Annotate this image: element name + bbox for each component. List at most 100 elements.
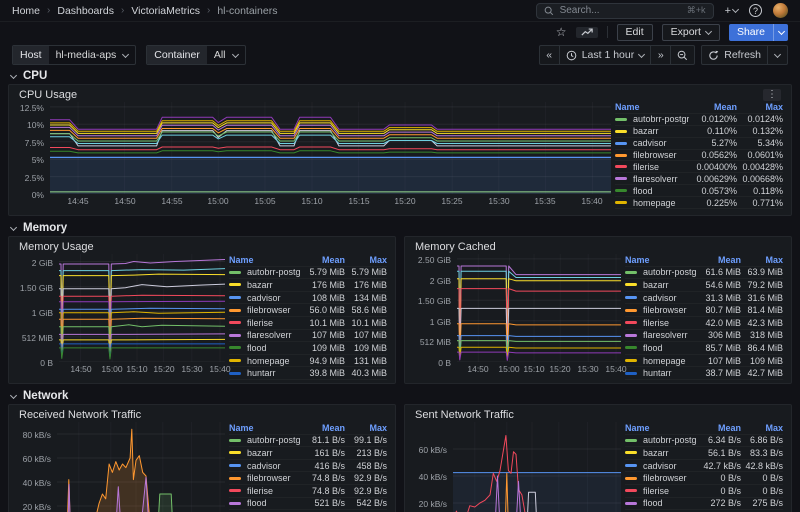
search-icon bbox=[544, 6, 554, 16]
legend-series[interactable]: flood bbox=[625, 498, 697, 511]
legend-series[interactable]: filerise bbox=[615, 161, 689, 173]
plot-area[interactable] bbox=[59, 254, 225, 362]
legend-series[interactable]: huntarr bbox=[229, 367, 301, 380]
y-tick-label: 0 B bbox=[40, 358, 53, 368]
breadcrumb-victoriametrics[interactable]: VictoriaMetrics bbox=[131, 5, 200, 17]
legend-series[interactable]: flaresolverr bbox=[615, 173, 689, 185]
legend-series[interactable]: cadvisor bbox=[615, 138, 689, 150]
y-tick-label: 40 kB/s bbox=[419, 472, 447, 482]
legend-mean: 56.0 MiB bbox=[301, 304, 345, 317]
x-axis-labels: 14:5015:0015:1015:2015:3015:40 bbox=[59, 362, 225, 374]
legend-series[interactable]: huntarr bbox=[625, 367, 697, 380]
time-range-picker[interactable]: Last 1 hour bbox=[559, 45, 652, 65]
legend-series[interactable]: cadvisor bbox=[229, 460, 301, 473]
section-cpu[interactable]: CPU bbox=[0, 68, 800, 84]
legend-header-mean[interactable]: Mean bbox=[689, 102, 737, 114]
breadcrumb-dashboards[interactable]: Dashboards bbox=[57, 5, 114, 17]
legend-mean: 109 MiB bbox=[301, 342, 345, 355]
help-icon[interactable]: ? bbox=[749, 4, 762, 17]
time-shift-back-button[interactable]: « bbox=[539, 45, 560, 65]
legend-header-mean[interactable]: Mean bbox=[301, 422, 345, 435]
host-select[interactable]: hl-media-aps bbox=[49, 46, 136, 64]
container-select[interactable]: All bbox=[207, 46, 245, 64]
legend-series[interactable]: filebrowser bbox=[615, 150, 689, 162]
legend-header-max[interactable]: Max bbox=[737, 102, 783, 114]
legend-series[interactable]: autobrr-postgres bbox=[229, 435, 301, 448]
legend-series[interactable]: bazarr bbox=[625, 447, 697, 460]
legend-series[interactable]: flood bbox=[229, 498, 301, 511]
legend-series[interactable]: flaresolverr bbox=[229, 330, 301, 343]
panel-title[interactable]: CPU Usage bbox=[19, 89, 77, 101]
share-dropdown-caret[interactable] bbox=[773, 24, 788, 41]
edit-button[interactable]: Edit bbox=[617, 24, 653, 41]
legend-series[interactable]: homepage bbox=[625, 355, 697, 368]
search-shortcut: ⌘+k bbox=[687, 5, 706, 16]
refresh-interval-caret[interactable] bbox=[767, 45, 788, 65]
panel-title[interactable]: Received Network Traffic bbox=[19, 409, 141, 421]
export-button[interactable]: Export bbox=[662, 24, 720, 41]
legend-mean: 6.34 B/s bbox=[697, 435, 741, 448]
legend-series[interactable]: bazarr bbox=[229, 279, 301, 292]
panel-title[interactable]: Sent Network Traffic bbox=[415, 409, 514, 421]
legend-series[interactable]: autobrr-postgres bbox=[229, 267, 301, 280]
legend-series[interactable]: flood bbox=[615, 185, 689, 197]
legend-max: 0.118% bbox=[737, 185, 783, 197]
legend-header-max[interactable]: Max bbox=[345, 254, 387, 267]
time-shift-forward-button[interactable]: » bbox=[650, 45, 671, 65]
section-memory[interactable]: Memory bbox=[0, 220, 800, 236]
legend-series[interactable]: filerise bbox=[229, 317, 301, 330]
legend-series[interactable]: filebrowser bbox=[229, 472, 301, 485]
panel-title[interactable]: Memory Usage bbox=[19, 241, 94, 253]
legend-series[interactable]: bazarr bbox=[229, 447, 301, 460]
breadcrumb-home[interactable]: Home bbox=[12, 5, 40, 17]
plot-area[interactable] bbox=[57, 422, 225, 512]
legend-series[interactable]: bazarr bbox=[615, 126, 689, 138]
shared-dashboard-icon[interactable] bbox=[576, 27, 598, 38]
legend-series[interactable]: autobrr-postgres bbox=[615, 114, 689, 126]
legend-header-max[interactable]: Max bbox=[741, 254, 783, 267]
legend-header-mean[interactable]: Mean bbox=[301, 254, 345, 267]
legend-header-max[interactable]: Max bbox=[345, 422, 387, 435]
legend-series[interactable]: filerise bbox=[229, 485, 301, 498]
legend-series[interactable]: autobrr-postgres bbox=[625, 435, 697, 448]
share-button[interactable]: Share bbox=[729, 24, 788, 41]
section-network[interactable]: Network bbox=[0, 388, 800, 404]
zoom-out-button[interactable] bbox=[670, 45, 695, 65]
legend-series[interactable]: flaresolverr bbox=[625, 330, 697, 343]
legend-series[interactable]: flood bbox=[625, 342, 697, 355]
refresh-button[interactable]: Refresh bbox=[701, 45, 768, 65]
legend-header-max[interactable]: Max bbox=[741, 422, 783, 435]
plot-area[interactable] bbox=[457, 254, 621, 362]
new-button[interactable]: + bbox=[725, 5, 738, 17]
legend-series[interactable]: filerise bbox=[625, 317, 697, 330]
legend-series[interactable]: filebrowser bbox=[625, 304, 697, 317]
panel-menu-icon[interactable]: ⋮ bbox=[763, 89, 781, 101]
legend-series[interactable]: filebrowser bbox=[625, 472, 697, 485]
legend-series[interactable]: cadvisor bbox=[229, 292, 301, 305]
legend-series[interactable]: homepage bbox=[229, 355, 301, 368]
legend-series[interactable]: filerise bbox=[625, 485, 697, 498]
star-icon[interactable]: ☆ bbox=[556, 26, 567, 38]
legend-series[interactable]: homepage bbox=[615, 197, 689, 209]
legend-series[interactable]: filebrowser bbox=[229, 304, 301, 317]
series-color-chip bbox=[615, 177, 627, 180]
panel-title[interactable]: Memory Cached bbox=[415, 241, 496, 253]
legend-series[interactable]: autobrr-postgres bbox=[625, 267, 697, 280]
plot-area[interactable] bbox=[453, 422, 621, 512]
legend-series[interactable]: flood bbox=[229, 342, 301, 355]
legend-header-mean[interactable]: Mean bbox=[697, 422, 741, 435]
legend-max: 5.79 MiB bbox=[345, 267, 387, 280]
x-tick-label: 15:40 bbox=[209, 364, 230, 374]
legend-series[interactable]: cadvisor bbox=[625, 460, 697, 473]
avatar[interactable] bbox=[773, 3, 788, 18]
search-input[interactable]: Search... ⌘+k bbox=[536, 3, 714, 19]
plot-area[interactable] bbox=[50, 102, 611, 194]
legend-header-name: Name bbox=[625, 422, 697, 435]
legend-max: 0.0124% bbox=[737, 114, 783, 126]
series-color-chip bbox=[229, 346, 241, 349]
breadcrumb-separator: › bbox=[121, 5, 124, 16]
legend-header-mean[interactable]: Mean bbox=[697, 254, 741, 267]
legend-series[interactable]: bazarr bbox=[625, 279, 697, 292]
legend-series[interactable]: cadvisor bbox=[625, 292, 697, 305]
legend-max: 109 MiB bbox=[741, 355, 783, 368]
